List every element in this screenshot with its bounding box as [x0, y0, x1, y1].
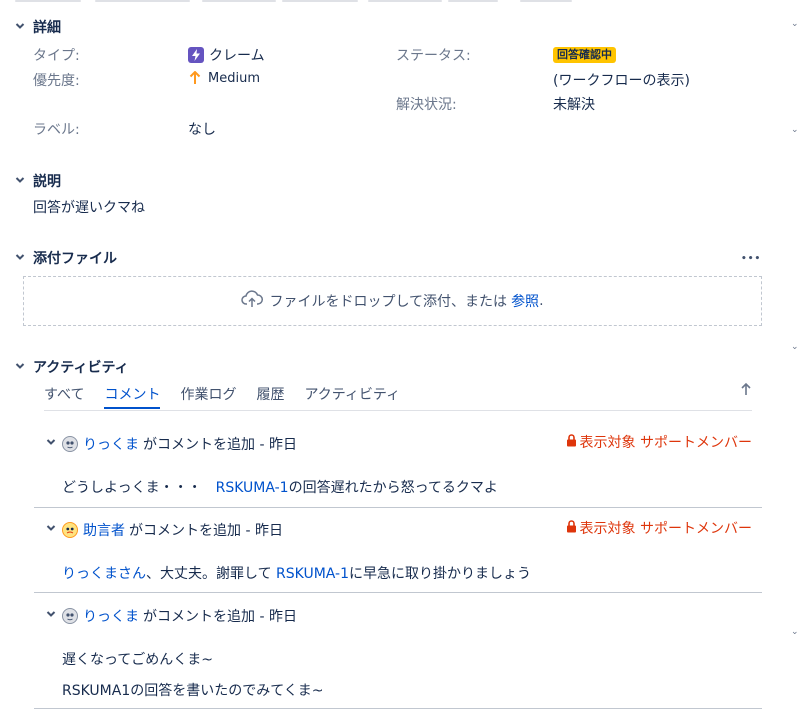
comment-body-line: RSKUMA1の回答を書いたのでみてくま~: [62, 683, 324, 699]
type-value-text: クレーム: [209, 48, 265, 64]
chevron-down-icon[interactable]: [14, 20, 26, 32]
priority-value: Medium: [188, 70, 260, 86]
type-label: タイプ:: [33, 48, 80, 64]
resolution-label: 解決状況:: [396, 97, 457, 113]
comment-action: がコメントを追加 - 昨日: [143, 609, 297, 625]
comment-divider: [34, 507, 762, 508]
chevron-down-icon[interactable]: [45, 608, 57, 620]
issue-link[interactable]: RSKUMA-1: [216, 480, 289, 496]
cloud-upload-icon: [241, 290, 269, 312]
attachments-section-title: 添付ファイル: [33, 251, 117, 267]
comment-divider: [34, 708, 762, 709]
lock-icon: [566, 519, 580, 537]
comment-author[interactable]: りっくま: [83, 606, 139, 626]
avatar[interactable]: [62, 522, 78, 538]
comment-header: 助言者 がコメントを追加 - 昨日: [62, 520, 283, 540]
labels-value: なし: [188, 122, 216, 138]
type-value: クレーム: [188, 45, 265, 65]
chevron-down-icon[interactable]: [14, 251, 26, 263]
tab-activity[interactable]: アクティビティ: [304, 385, 400, 409]
tab-comment[interactable]: コメント: [104, 385, 161, 409]
comment-body: どうしよっくま・・・ RSKUMA-1の回答遅れたから怒ってるクマよ: [62, 477, 498, 497]
comment-text: の回答遅れたから怒ってるクマよ: [288, 480, 498, 496]
priority-label: 優先度:: [33, 73, 80, 89]
lightning-icon: [188, 47, 204, 63]
chevron-down-icon[interactable]: [14, 360, 26, 372]
arrow-up-icon: [188, 70, 202, 86]
comment-author[interactable]: 助言者: [83, 520, 125, 540]
visibility-text: 表示対象 サポートメンバー: [579, 435, 752, 451]
browse-suffix: .: [539, 293, 544, 309]
lock-icon: [566, 433, 580, 451]
comment-action: がコメントを追加 - 昨日: [143, 437, 297, 453]
right-rail-chevron[interactable]: ⌄: [791, 20, 797, 29]
workflow-link[interactable]: (ワークフローの表示): [553, 70, 690, 90]
resolution-value: 未解決: [553, 97, 595, 113]
right-rail-chevron[interactable]: ⌄: [791, 628, 797, 637]
priority-value-text: Medium: [208, 70, 260, 86]
chevron-down-icon[interactable]: [45, 436, 57, 448]
details-section-title: 詳細: [33, 20, 61, 36]
visibility-restriction: 表示対象 サポートメンバー: [566, 432, 752, 452]
more-actions-button[interactable]: •••: [741, 254, 761, 264]
chevron-down-icon[interactable]: [14, 174, 26, 186]
chevron-down-icon[interactable]: [45, 522, 57, 534]
visibility-text: 表示対象 サポートメンバー: [579, 521, 752, 537]
activity-tabs: すべて コメント 作業ログ 履歴 アクティビティ: [44, 385, 420, 411]
labels-label: ラベル:: [33, 122, 80, 138]
comment-text: どうしよっくま・・・: [62, 480, 216, 496]
arrow-up-sort-icon[interactable]: [739, 381, 753, 397]
top-tab-strip: [0, 0, 797, 4]
tab-all[interactable]: すべて: [44, 385, 84, 409]
comment-body-line: 遅くなってごめんくま~: [62, 652, 214, 668]
issue-link[interactable]: RSKUMA-1: [276, 566, 349, 582]
comment-text: に早急に取り掛かりましょう: [349, 566, 532, 582]
avatar[interactable]: [62, 436, 78, 452]
tab-worklog[interactable]: 作業ログ: [180, 385, 236, 409]
right-rail-chevron[interactable]: ⌄: [791, 126, 797, 135]
tabs-divider: [44, 410, 752, 411]
tab-history[interactable]: 履歴: [256, 385, 284, 409]
status-badge[interactable]: 回答確認中: [553, 47, 616, 63]
comment-header: りっくま がコメントを追加 - 昨日: [62, 606, 297, 626]
comment-divider: [34, 592, 762, 593]
comment-header: りっくま がコメントを追加 - 昨日: [62, 434, 297, 454]
comment-body: りっくまさん、大丈夫。謝罪して RSKUMA-1に早急に取り掛かりましょう: [62, 563, 531, 583]
mention-link[interactable]: りっくまさん: [62, 566, 146, 582]
browse-link[interactable]: 参照: [511, 291, 539, 311]
visibility-restriction: 表示対象 サポートメンバー: [566, 518, 752, 538]
description-section-title: 説明: [33, 174, 61, 190]
avatar[interactable]: [62, 608, 78, 624]
description-text[interactable]: 回答が遅いクマね: [33, 197, 145, 217]
comment-text: 、大丈夫。謝罪して: [146, 566, 277, 582]
comment-author[interactable]: りっくま: [83, 434, 139, 454]
comment-action: がコメントを追加 - 昨日: [129, 523, 283, 539]
activity-section-title: アクティビティ: [33, 360, 129, 376]
right-rail-chevron[interactable]: ⌄: [791, 343, 797, 352]
drop-text: ファイルをドロップして添付、または: [269, 294, 508, 310]
status-label: ステータス:: [396, 48, 471, 64]
attachment-dropzone[interactable]: ファイルをドロップして添付、または 参照 .: [23, 276, 762, 326]
